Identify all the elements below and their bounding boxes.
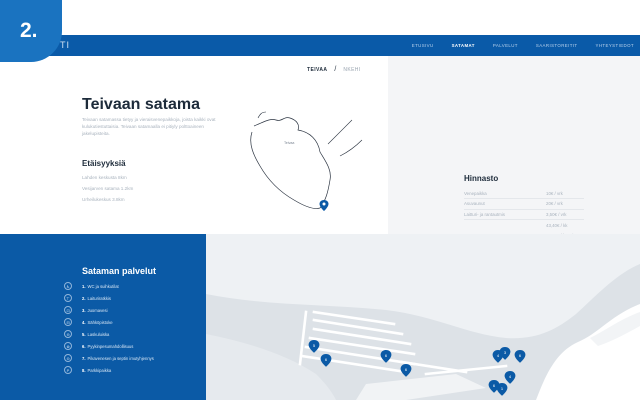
service-label: Sähköpistoke [87, 319, 113, 325]
service-label: WC ja suihkutilat [87, 283, 119, 289]
trash-icon: ⊖ [64, 330, 72, 338]
boat-icon: ⊝ [64, 354, 72, 362]
plug-icon: ⊟ [64, 318, 72, 326]
list-item[interactable]: P 8. Parkkipaikka [64, 364, 154, 376]
harbour-intro-text: Teivaan satamassa tietyy ja vieraisvenep… [82, 117, 216, 136]
nav-item-saaristoreitit[interactable]: Saaristoreitit [536, 43, 578, 48]
table-row: Laitturi- ja rantautmis 3,50€ / vrk [464, 209, 584, 220]
fuel-icon: ⊡ [64, 306, 72, 314]
service-number: 1. [82, 283, 86, 289]
price-label: Asuvaunut [464, 198, 540, 210]
services-list: ♿ 1. WC ja suihkutilat ⊤ 2. Laituriratkk… [64, 280, 154, 376]
page-title: Teivaan satama [82, 96, 200, 113]
service-label: Laskuluiska [87, 331, 110, 337]
list-item[interactable]: ⊖ 5. Laskuluiska [64, 328, 154, 340]
list-item[interactable]: ⊗ 6. Pyykinpesumahdollisuus [64, 340, 154, 352]
nav-item-etusivu[interactable]: Etusivu [412, 43, 434, 48]
service-number: 4. [82, 319, 86, 325]
service-number: 6. [82, 343, 86, 349]
list-item[interactable]: ♿ 1. WC ja suihkutilat [64, 280, 154, 292]
harbour-map[interactable]: 5 6 6 6 4 3 6 4 6 1 [206, 234, 640, 400]
harbour-hero: TEIVAA / NKEHI Teivaan satama Teivaan sa… [0, 56, 640, 238]
service-number: 2. [82, 295, 86, 301]
service-label: Juomavesi [87, 307, 108, 313]
table-row: Venepaikka 10€ / vrk [464, 188, 584, 199]
list-item[interactable]: ⊤ 2. Laituriratkkis [64, 292, 154, 304]
harbour-info-panel: TEIVAA / NKEHI Teivaan satama Teivaan sa… [0, 56, 388, 234]
price-label: Venepaikka [464, 188, 540, 199]
step-number: 2. [20, 19, 38, 42]
services-panel: Sataman palvelut ♿ 1. WC ja suihkutilat … [0, 234, 206, 400]
service-number: 3. [82, 307, 86, 313]
distance-item: Urheilukeskus 3.8km [82, 197, 125, 202]
nav-item-yhteystiedot[interactable]: Yhteystiedot [596, 43, 634, 48]
parking-icon: P [64, 366, 72, 374]
step-badge: 2. [0, 0, 62, 62]
price-value: 20€ / vrk [540, 198, 584, 210]
recycle-icon: ⊗ [64, 342, 72, 350]
lang-option-inactive[interactable]: NKEHI [343, 67, 360, 73]
lang-option-active[interactable]: TEIVAA [307, 67, 327, 73]
services-heading: Sataman palvelut [82, 266, 157, 276]
island-coastline [250, 117, 331, 209]
service-number: 5. [82, 331, 86, 337]
tap-icon: ⊤ [64, 294, 72, 302]
distances-list: Lahden keskusta 8km Vesijarven satama 1.… [82, 172, 133, 205]
location-marker-icon[interactable] [319, 200, 329, 211]
service-number: 8. [82, 367, 86, 373]
distances-heading: Etäisyyksiä [82, 159, 126, 168]
lang-separator: / [334, 66, 337, 73]
pricing-table: Venepaikka 10€ / vrk Asuvaunut 20€ / vrk… [464, 188, 584, 241]
price-label: Laitturi- ja rantautmis [464, 209, 540, 220]
main-nav: Etusivu Satamat Palvelut Saaristoreitit … [412, 35, 634, 56]
nav-item-satamat[interactable]: Satamat [452, 43, 475, 48]
distance-item: Lahden keskusta 8km [82, 175, 127, 180]
service-label: Parkkipaikka [87, 367, 112, 373]
services-section: Sataman palvelut ♿ 1. WC ja suihkutilat … [0, 234, 640, 400]
list-item[interactable]: ⊟ 4. Sähköpistoke [64, 316, 154, 328]
service-label: Pikavenesen ja septin imutyhjennys [87, 355, 154, 361]
island-map-label: Teivaa [284, 141, 294, 145]
table-row: Asuvaunut 20€ / vrk [464, 198, 584, 210]
island-location-map: Teivaa [250, 111, 363, 211]
price-label [464, 220, 540, 231]
pricing-heading: Hinnasto [464, 174, 499, 183]
site-logo[interactable]: TI [60, 40, 70, 50]
language-switch: TEIVAA / NKEHI [307, 66, 361, 73]
price-value: 10€ / vrk [540, 188, 584, 199]
wc-icon: ♿ [64, 282, 72, 290]
nav-item-palvelut[interactable]: Palvelut [493, 43, 518, 48]
list-item[interactable]: ⊝ 7. Pikavenesen ja septin imutyhjennys [64, 352, 154, 364]
top-navigation-bar: TI Etusivu Satamat Palvelut Saaristoreit… [0, 35, 640, 56]
list-item[interactable]: ⊡ 3. Juomavesi [64, 304, 154, 316]
service-label: Pyykinpesumahdollisuus [87, 343, 134, 349]
distance-item: Vesijarven satama 1.2km [82, 186, 134, 191]
service-number: 7. [82, 355, 86, 361]
price-value: 3,50€ / vrk [540, 209, 584, 220]
table-row: 43,40€ / kk [464, 220, 584, 231]
service-label: Laituriratkkis [87, 295, 112, 301]
price-value: 43,40€ / kk [546, 222, 568, 228]
